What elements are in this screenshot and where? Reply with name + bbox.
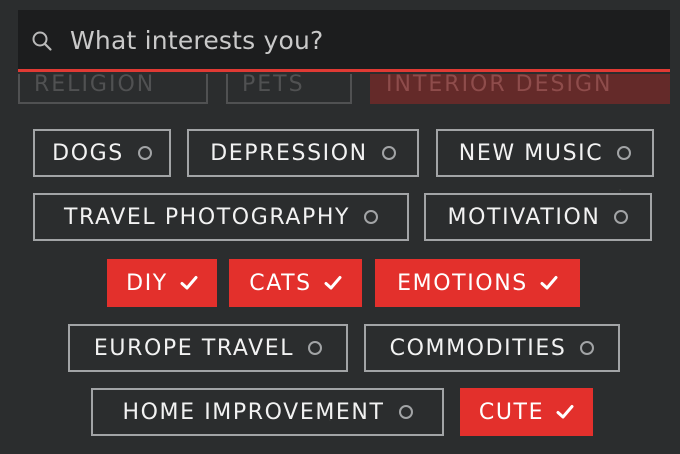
tag-label: EMOTIONS (397, 270, 528, 296)
unselected-circle-icon (381, 146, 396, 160)
tag-europe-travel[interactable]: EUROPE TRAVEL (68, 324, 348, 372)
tag-label: COMMODITIES (389, 335, 567, 361)
search-input[interactable]: What interests you? (70, 26, 324, 55)
tag-religion[interactable]: RELIGION (18, 74, 208, 104)
tag-motivation[interactable]: MOTIVATION (424, 193, 652, 241)
tag-label: DIY (126, 270, 168, 296)
tag-home-improvement[interactable]: HOME IMPROVEMENT (91, 388, 444, 436)
tag-label: EUROPE TRAVEL (93, 335, 295, 361)
unselected-circle-icon (614, 210, 629, 224)
tag-label: INTERIOR DESIGN (386, 74, 613, 97)
checkmark-icon (540, 276, 558, 290)
tag-interior-design[interactable]: INTERIOR DESIGN (370, 74, 670, 104)
checkmark-icon (180, 276, 198, 290)
search-bar[interactable]: What interests you? (18, 10, 670, 72)
unselected-circle-icon (398, 405, 413, 419)
tag-label: DOGS (52, 140, 124, 166)
tag-label: CATS (249, 270, 312, 296)
unselected-circle-icon (137, 146, 152, 160)
tag-label: NEW MUSIC (458, 140, 604, 166)
unselected-circle-icon (580, 341, 595, 355)
tag-diy[interactable]: DIY (107, 259, 217, 307)
search-icon (32, 31, 52, 51)
tag-label: DEPRESSION (210, 140, 368, 166)
unselected-circle-icon (364, 210, 379, 224)
scrolled-tags-row: RELIGION PETS INTERIOR DESIGN (18, 74, 670, 112)
tag-label: PETS (242, 74, 305, 97)
tag-depression[interactable]: DEPRESSION (187, 129, 419, 177)
tag-cats[interactable]: CATS (229, 259, 362, 307)
tag-travel-photography[interactable]: TRAVEL PHOTOGRAPHY (33, 193, 409, 241)
unselected-circle-icon (617, 146, 632, 160)
tag-label: MOTIVATION (447, 204, 601, 230)
tag-label: TRAVEL PHOTOGRAPHY (63, 204, 351, 230)
tag-label: RELIGION (34, 74, 156, 97)
tag-commodities[interactable]: COMMODITIES (364, 324, 620, 372)
checkmark-icon (324, 276, 342, 290)
tag-label: HOME IMPROVEMENT (122, 399, 385, 425)
tag-cute[interactable]: CUTE (460, 388, 593, 436)
checkmark-icon (556, 405, 574, 419)
tag-pets[interactable]: PETS (226, 74, 352, 104)
tag-emotions[interactable]: EMOTIONS (375, 259, 580, 307)
tag-label: CUTE (478, 399, 545, 425)
tag-dogs[interactable]: DOGS (33, 129, 171, 177)
tag-new-music[interactable]: NEW MUSIC (436, 129, 654, 177)
unselected-circle-icon (308, 341, 323, 355)
